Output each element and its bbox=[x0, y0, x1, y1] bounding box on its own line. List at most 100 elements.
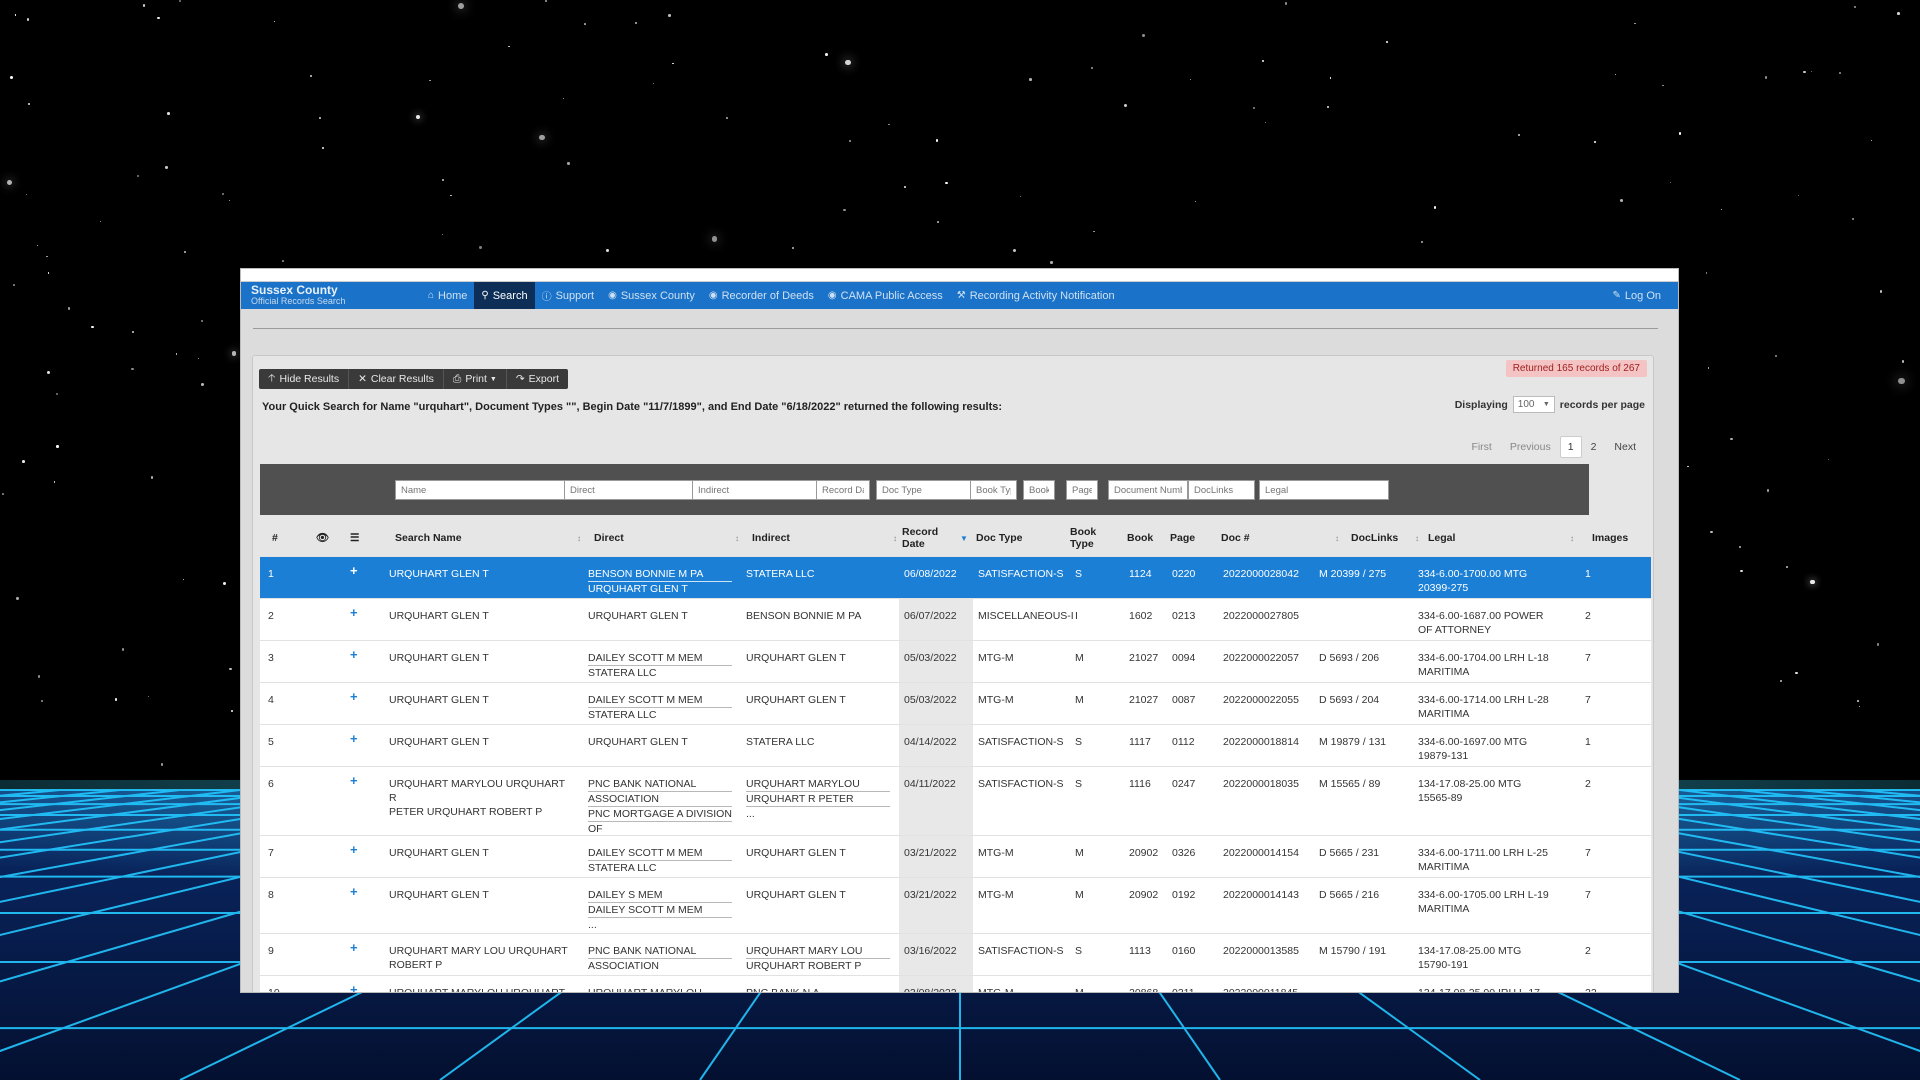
col-header-num[interactable]: # bbox=[272, 520, 278, 556]
col-header-doc-type[interactable]: Doc Type bbox=[976, 520, 1022, 556]
col-header-legal[interactable]: Legal bbox=[1428, 520, 1455, 556]
col-header-book[interactable]: Book bbox=[1127, 520, 1153, 556]
col-header-images[interactable]: Images bbox=[1592, 520, 1628, 556]
print-button[interactable]: ⎙ Print ▼ bbox=[444, 369, 507, 389]
images-cell[interactable]: 7 bbox=[1585, 693, 1591, 707]
eye-icon[interactable]: 👁 bbox=[316, 520, 329, 556]
log-on-link[interactable]: ✎ Log On bbox=[1606, 282, 1668, 309]
filter-page-input[interactable] bbox=[1066, 480, 1098, 500]
nav-item-support[interactable]: ⓘ Support bbox=[535, 282, 602, 309]
col-header-page[interactable]: Page bbox=[1170, 520, 1195, 556]
indirect-cell[interactable]: URQUHART MARYLOUURQUHART R PETER... bbox=[746, 777, 891, 821]
doc-number-cell[interactable]: 2022000011845 bbox=[1223, 986, 1298, 992]
nav-item-sussex-county[interactable]: ◉ Sussex County bbox=[601, 282, 702, 309]
doc-number-cell[interactable]: 2022000022055 bbox=[1223, 693, 1299, 707]
list-icon[interactable]: ☰ bbox=[350, 520, 359, 556]
images-cell[interactable]: 7 bbox=[1585, 888, 1591, 902]
filter-document-number-input[interactable] bbox=[1108, 480, 1188, 500]
direct-cell[interactable]: PNC BANK NATIONALASSOCIATIONPNC MORTGAGE… bbox=[588, 777, 738, 836]
nav-item-home[interactable]: ⌂ Home bbox=[421, 282, 474, 309]
indirect-cell[interactable]: PNC BANK N A bbox=[746, 986, 891, 992]
plus-icon[interactable]: + bbox=[350, 774, 358, 788]
indirect-cell[interactable]: URQUHART GLEN T bbox=[746, 651, 891, 665]
sort-icon[interactable]: ↕ bbox=[1415, 534, 1419, 543]
col-header-search-name[interactable]: Search Name bbox=[395, 520, 462, 556]
pager-page-1[interactable]: 1 bbox=[1559, 436, 1582, 458]
indirect-cell[interactable]: URQUHART GLEN T bbox=[746, 693, 891, 707]
plus-icon[interactable]: + bbox=[350, 983, 358, 993]
indirect-cell[interactable]: URQUHART MARY LOU URQUHART ROBERT P bbox=[746, 944, 891, 973]
sort-desc-icon[interactable]: ▼ bbox=[960, 534, 968, 543]
table-row[interactable]: 2 + URQUHART GLEN T URQUHART GLEN T BENSON B… bbox=[260, 598, 1651, 640]
pager-first[interactable]: First bbox=[1462, 437, 1500, 457]
export-button[interactable]: ↷ Export bbox=[507, 369, 568, 389]
indirect-cell[interactable]: STATERA LLC bbox=[746, 567, 891, 581]
plus-icon[interactable]: + bbox=[350, 885, 358, 899]
doclinks-cell[interactable]: M 20399 / 275 bbox=[1319, 567, 1386, 581]
doc-number-cell[interactable]: 2022000014154 bbox=[1223, 846, 1299, 860]
direct-cell[interactable]: URQUHART MARYLOU bbox=[588, 986, 738, 992]
sort-icon[interactable]: ↕ bbox=[1570, 534, 1574, 543]
doc-number-cell[interactable]: 2022000027805 bbox=[1223, 609, 1299, 623]
hide-results-button[interactable]: 🡡 Hide Results bbox=[259, 369, 350, 389]
plus-icon[interactable]: + bbox=[350, 732, 358, 746]
doc-number-cell[interactable]: 2022000018814 bbox=[1223, 735, 1299, 749]
table-row[interactable]: 3 + URQUHART GLEN T DAILEY SCOTT M MEM STATE… bbox=[260, 640, 1651, 682]
plus-icon[interactable]: + bbox=[350, 606, 358, 620]
plus-icon[interactable]: + bbox=[350, 648, 358, 662]
direct-cell[interactable]: DAILEY SCOTT M MEM STATERA LLC bbox=[588, 846, 738, 875]
filter-doclinks-input[interactable] bbox=[1188, 480, 1255, 500]
nav-item-cama-public-access[interactable]: ◉ CAMA Public Access bbox=[821, 282, 950, 309]
images-cell[interactable]: 2 bbox=[1585, 944, 1591, 958]
direct-cell[interactable]: DAILEY SCOTT M MEM STATERA LLC bbox=[588, 651, 738, 680]
plus-icon[interactable]: + bbox=[350, 690, 358, 704]
brand-logo[interactable]: Sussex County Official Records Search bbox=[241, 282, 421, 309]
plus-icon[interactable]: + bbox=[350, 564, 358, 578]
nav-item-recorder-of-deeds[interactable]: ◉ Recorder of Deeds bbox=[702, 282, 821, 309]
doclinks-cell[interactable]: M 19879 / 131 bbox=[1319, 735, 1386, 749]
sort-icon[interactable]: ↕ bbox=[735, 534, 739, 543]
table-row[interactable]: 9 + URQUHART MARY LOU URQUHART ROBERT P PNC … bbox=[260, 933, 1651, 975]
table-row[interactable]: 4 + URQUHART GLEN T DAILEY SCOTT M MEM STATE… bbox=[260, 682, 1651, 724]
images-cell[interactable]: 7 bbox=[1585, 846, 1591, 860]
table-row[interactable]: 10 + URQUHART MARYLOU URQUHART URQUHART MAR… bbox=[260, 975, 1651, 992]
per-page-select[interactable]: 100 ▼ bbox=[1512, 396, 1555, 413]
table-row[interactable]: 1 + URQUHART GLEN T BENSON BONNIE M PA URQUH… bbox=[260, 556, 1651, 598]
plus-icon[interactable]: + bbox=[350, 843, 358, 857]
doc-number-cell[interactable]: 2022000014143 bbox=[1223, 888, 1299, 902]
col-header-record-date[interactable]: Record Date bbox=[902, 520, 952, 556]
images-cell[interactable]: 22 bbox=[1585, 986, 1597, 992]
doclinks-cell[interactable]: D 5665 / 231 bbox=[1319, 846, 1379, 860]
doc-number-cell[interactable]: 2022000028042 bbox=[1223, 567, 1299, 581]
doclinks-cell[interactable]: D 5693 / 206 bbox=[1319, 651, 1379, 665]
indirect-cell[interactable]: URQUHART GLEN T bbox=[746, 846, 891, 860]
col-header-book-type[interactable]: Book Type bbox=[1070, 520, 1104, 556]
indirect-cell[interactable]: STATERA LLC bbox=[746, 735, 891, 749]
doc-number-cell[interactable]: 2022000018035 bbox=[1223, 777, 1299, 791]
sort-icon[interactable]: ↕ bbox=[893, 534, 897, 543]
table-row[interactable]: 8 + URQUHART GLEN T DAILEY S MEMDAILEY SCOT… bbox=[260, 877, 1651, 933]
doclinks-cell[interactable]: D 5665 / 216 bbox=[1319, 888, 1379, 902]
direct-cell[interactable]: DAILEY S MEMDAILEY SCOTT M MEM... bbox=[588, 888, 738, 932]
filter-record-date-input[interactable] bbox=[816, 480, 870, 500]
filter-book-input[interactable] bbox=[1023, 480, 1055, 500]
filter-book-type-input[interactable] bbox=[970, 480, 1017, 500]
col-header-direct[interactable]: Direct bbox=[594, 520, 624, 556]
images-cell[interactable]: 7 bbox=[1585, 651, 1591, 665]
sort-icon[interactable]: ↕ bbox=[577, 534, 581, 543]
clear-results-button[interactable]: ✕ Clear Results bbox=[349, 369, 444, 389]
nav-item-recording-activity-notification[interactable]: ⚒ Recording Activity Notification bbox=[950, 282, 1122, 309]
doclinks-cell[interactable]: M 15565 / 89 bbox=[1319, 777, 1380, 791]
filter-direct-input[interactable] bbox=[564, 480, 703, 500]
direct-cell[interactable]: URQUHART GLEN T bbox=[588, 609, 738, 623]
direct-cell[interactable]: DAILEY SCOTT M MEM STATERA LLC bbox=[588, 693, 738, 722]
table-row[interactable]: 5 + URQUHART GLEN T URQUHART GLEN T STATERA … bbox=[260, 724, 1651, 766]
filter-indirect-input[interactable] bbox=[692, 480, 825, 500]
col-header-indirect[interactable]: Indirect bbox=[752, 520, 790, 556]
doclinks-cell[interactable]: D 5693 / 204 bbox=[1319, 693, 1379, 707]
col-header-doc-num[interactable]: Doc # bbox=[1221, 520, 1250, 556]
doc-number-cell[interactable]: 2022000013585 bbox=[1223, 944, 1299, 958]
images-cell[interactable]: 2 bbox=[1585, 609, 1591, 623]
filter-name-input[interactable] bbox=[395, 480, 582, 500]
nav-item-search[interactable]: ⚲ Search bbox=[474, 282, 535, 309]
